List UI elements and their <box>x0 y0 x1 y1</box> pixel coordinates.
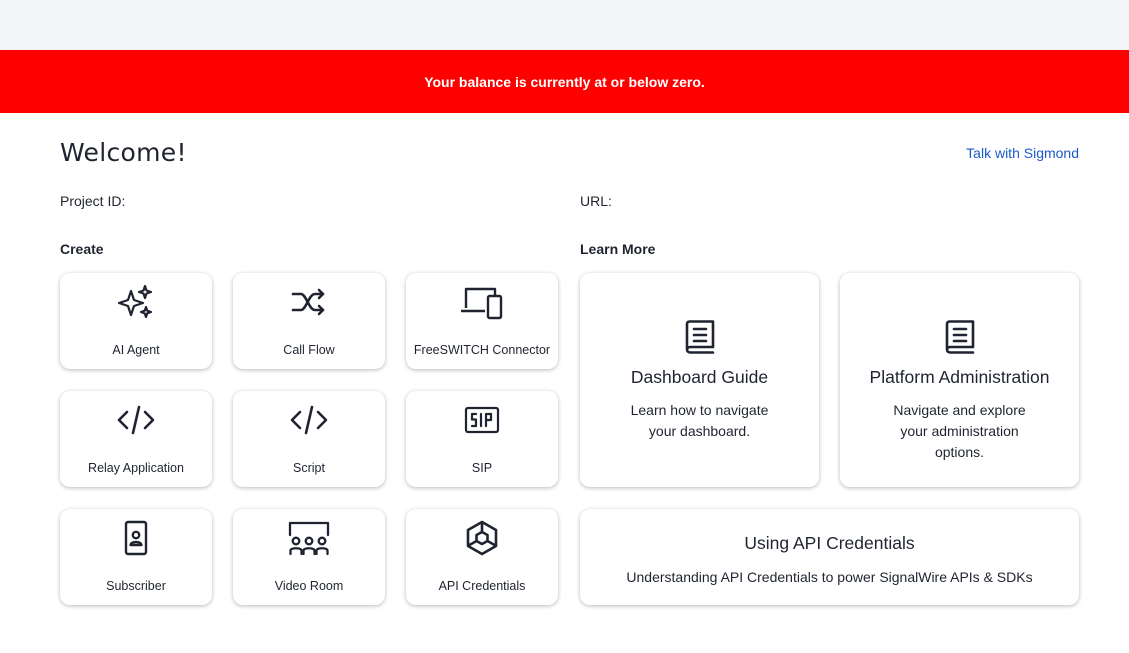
tile-label: FreeSWITCH Connector <box>413 343 551 357</box>
url-label: URL: <box>580 193 612 209</box>
card-title: Platform Administration <box>869 367 1050 387</box>
tile-sip[interactable]: SIP <box>406 391 558 487</box>
banner-text: Your balance is currently at or below ze… <box>424 73 705 90</box>
create-heading: Create <box>60 241 104 257</box>
talk-with-sigmond-link[interactable]: Talk with Sigmond <box>966 145 1079 161</box>
tile-label: Script <box>293 461 325 475</box>
tile-label: AI Agent <box>112 343 160 357</box>
tile-relay-application[interactable]: Relay Application <box>60 391 212 487</box>
project-id-label: Project ID: <box>60 193 126 209</box>
tile-label: API Credentials <box>438 579 526 593</box>
tile-freeswitch-connector[interactable]: FreeSWITCH Connector <box>406 273 558 369</box>
tile-label: Relay Application <box>88 461 184 475</box>
shuffle-icon <box>289 283 329 321</box>
card-title: Using API Credentials <box>744 533 915 553</box>
tile-call-flow[interactable]: Call Flow <box>233 273 385 369</box>
id-badge-icon <box>116 519 156 557</box>
tile-subscriber[interactable]: Subscriber <box>60 509 212 605</box>
tile-label: Call Flow <box>283 343 335 357</box>
hexagon-icon <box>462 519 502 557</box>
top-bar <box>0 0 1129 50</box>
tile-label: SIP <box>471 461 493 475</box>
tile-label: Video Room <box>274 579 344 593</box>
card-description: Learn how to navigate your dashboard. <box>630 402 769 439</box>
card-using-api-credentials[interactable]: Using API Credentials Understanding API … <box>580 509 1079 605</box>
tile-script[interactable]: Script <box>233 391 385 487</box>
code-icon <box>289 401 329 439</box>
learn-more-heading: Learn More <box>580 241 656 257</box>
book-icon <box>682 318 718 356</box>
code-icon <box>116 401 156 439</box>
balance-warning-banner: Your balance is currently at or below ze… <box>0 50 1129 113</box>
tile-api-credentials[interactable]: API Credentials <box>406 509 558 605</box>
devices-icon <box>459 283 505 321</box>
card-dashboard-guide[interactable]: Dashboard Guide Learn how to navigate yo… <box>580 273 819 487</box>
card-platform-administration[interactable]: Platform Administration Navigate and exp… <box>840 273 1079 487</box>
card-description: Understanding API Credentials to power S… <box>626 569 1033 585</box>
tile-video-room[interactable]: Video Room <box>233 509 385 605</box>
tile-ai-agent[interactable]: AI Agent <box>60 273 212 369</box>
video-room-icon <box>286 519 332 557</box>
tile-label: Subscriber <box>106 579 166 593</box>
page-title: Welcome! <box>60 138 187 167</box>
card-description: Navigate and explore your administration… <box>893 402 1026 460</box>
card-title: Dashboard Guide <box>630 367 769 387</box>
book-icon <box>942 318 978 356</box>
sip-icon <box>462 401 502 439</box>
sparkles-icon <box>116 283 156 321</box>
